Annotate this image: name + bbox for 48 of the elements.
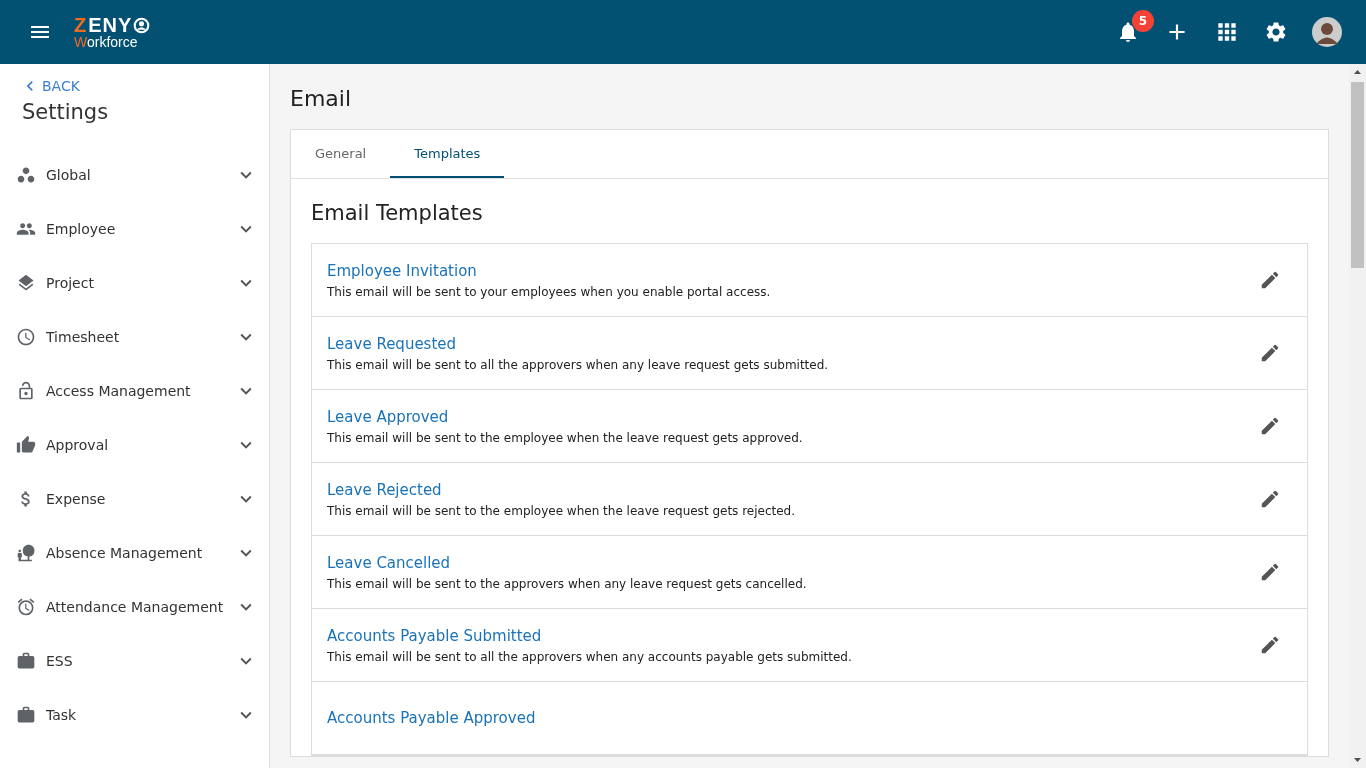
template-description: This email will be sent to the approvers when any leave request gets cancelled. [327, 576, 808, 591]
sidebar-item[interactable]: Global [0, 148, 269, 202]
sidebar-item[interactable]: Task [0, 688, 269, 742]
tab[interactable]: General [291, 130, 391, 178]
layers-icon [16, 273, 36, 293]
template-title-link[interactable]: Leave Requested [327, 334, 457, 353]
tree-person-icon [16, 543, 36, 563]
template-description: This email will be sent to the employee when the leave request gets rejected. [327, 503, 797, 518]
avatar[interactable] [1312, 17, 1342, 47]
alarm-clock-icon [16, 597, 36, 617]
page-title: Email [290, 86, 353, 111]
notification-badge: 5 [1132, 10, 1154, 32]
template-description: This email will be sent to all the approvers when any accounts payable gets submitted. [327, 649, 853, 664]
logo: ZENY Workforce [74, 15, 151, 49]
settings-button[interactable] [1264, 20, 1288, 44]
sidebar-item[interactable]: Attendance Management [0, 580, 269, 634]
briefcase-icon [16, 651, 36, 671]
thumbs-up-icon [16, 435, 36, 455]
sidebar-item[interactable]: Project [0, 256, 269, 310]
template-title-link[interactable]: Employee Invitation [327, 261, 477, 280]
template-description: This email will be sent to your employees when you enable portal access. [327, 284, 772, 299]
template-description: This email will be sent to all the approvers when any leave request gets submitted. [327, 357, 830, 372]
section-title: Email Templates [311, 201, 484, 225]
clock-icon [16, 327, 36, 347]
template-title-link[interactable]: Leave Cancelled [327, 553, 451, 572]
template-title-link[interactable]: Leave Approved [327, 407, 449, 426]
sidebar-item[interactable]: Approval [0, 418, 269, 472]
sidebar-item[interactable]: Access Management [0, 364, 269, 418]
sidebar-item[interactable]: Timesheet [0, 310, 269, 364]
sidebar-title: Settings [22, 100, 110, 124]
sidebar-item[interactable]: Employee [0, 202, 269, 256]
template-title-link[interactable]: Leave Rejected [327, 480, 442, 499]
tab[interactable]: Templates [390, 130, 505, 178]
back-link[interactable]: BACK [20, 76, 80, 96]
sidebar-item[interactable]: ESS [0, 634, 269, 688]
edit-button[interactable] [1259, 488, 1281, 510]
template-description: This email will be sent to the employee when the leave request gets approved. [327, 430, 804, 445]
edit-button[interactable] [1259, 269, 1281, 291]
template-title-link[interactable]: Accounts Payable Approved [327, 709, 536, 727]
edit-button[interactable] [1259, 561, 1281, 583]
lock-icon [16, 381, 36, 401]
template-title-link[interactable]: Accounts Payable Submitted [327, 626, 542, 645]
edit-button[interactable] [1259, 415, 1281, 437]
briefcase-icon [16, 705, 36, 725]
edit-button[interactable] [1259, 634, 1281, 656]
edit-button[interactable] [1259, 342, 1281, 364]
sidebar-item[interactable]: Absence Management [0, 526, 269, 580]
sidebar-item[interactable]: Expense [0, 472, 269, 526]
